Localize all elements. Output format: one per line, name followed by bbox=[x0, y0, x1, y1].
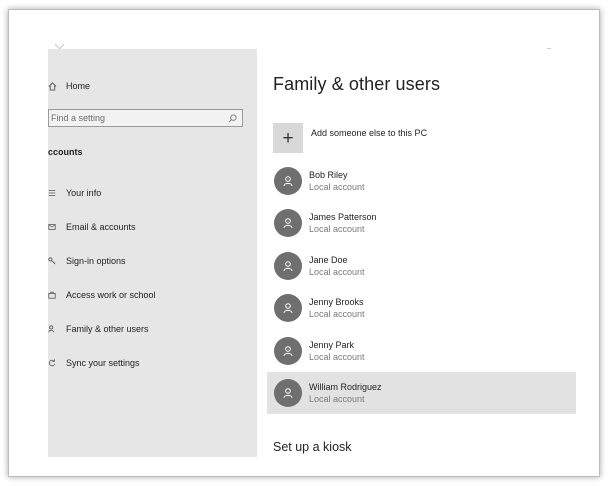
key-icon bbox=[48, 257, 64, 265]
user-account-type: Local account bbox=[309, 309, 365, 319]
sidebar-item-label: Access work or school bbox=[66, 290, 156, 300]
user-row-william-rodriguez[interactable]: William Rodriguez Local account bbox=[267, 372, 576, 414]
sidebar: Home ccounts Your info Email & accounts bbox=[48, 49, 257, 457]
sidebar-item-access-work[interactable]: Access work or school bbox=[48, 286, 156, 304]
user-row-bob-riley[interactable]: Bob Riley Local account bbox=[267, 160, 576, 202]
sidebar-item-label: Email & accounts bbox=[66, 222, 136, 232]
add-someone-button[interactable]: + Add someone else to this PC bbox=[273, 123, 427, 153]
search-setting-box[interactable] bbox=[48, 109, 243, 127]
sidebar-item-label: Sync your settings bbox=[66, 358, 140, 368]
user-account-type: Local account bbox=[309, 267, 365, 277]
user-row-jenny-park[interactable]: Jenny Park Local account bbox=[267, 330, 576, 372]
avatar-person-icon bbox=[274, 379, 302, 407]
user-name: Jenny Park bbox=[309, 340, 355, 350]
main-content: Family & other users + Add someone else … bbox=[261, 49, 599, 469]
section-title-accounts: ccounts bbox=[48, 147, 83, 157]
sidebar-item-label: Family & other users bbox=[66, 324, 149, 334]
back-arrow-icon[interactable] bbox=[54, 39, 65, 50]
user-name: Bob Riley bbox=[309, 170, 348, 180]
mail-icon bbox=[48, 223, 64, 231]
sidebar-item-sync-settings[interactable]: Sync your settings bbox=[48, 354, 140, 372]
window-frame: Home ccounts Your info Email & accounts bbox=[8, 9, 600, 477]
user-account-type: Local account bbox=[309, 352, 365, 362]
sidebar-item-your-info[interactable]: Your info bbox=[48, 184, 101, 202]
sidebar-item-label: Your info bbox=[66, 188, 102, 198]
user-row-jenny-brooks[interactable]: Jenny Brooks Local account bbox=[267, 287, 576, 329]
sidebar-item-email-accounts[interactable]: Email & accounts bbox=[48, 218, 136, 236]
sidebar-home[interactable]: Home bbox=[48, 77, 90, 95]
person-add-icon bbox=[48, 325, 64, 333]
briefcase-icon bbox=[48, 291, 64, 299]
plus-icon[interactable]: + bbox=[273, 123, 303, 153]
sync-icon bbox=[48, 359, 64, 367]
user-name: James Patterson bbox=[309, 212, 377, 222]
sidebar-item-label: Sign-in options bbox=[66, 256, 126, 266]
user-account-type: Local account bbox=[309, 394, 365, 404]
home-label: Home bbox=[66, 81, 91, 91]
user-row-jane-doe[interactable]: Jane Doe Local account bbox=[267, 245, 576, 287]
sidebar-item-sign-in-options[interactable]: Sign-in options bbox=[48, 252, 126, 270]
user-name: William Rodriguez bbox=[309, 382, 382, 392]
avatar-person-icon bbox=[274, 252, 302, 280]
avatar-person-icon bbox=[274, 167, 302, 195]
user-name: Jane Doe bbox=[309, 255, 348, 265]
user-account-type: Local account bbox=[309, 224, 365, 234]
home-icon bbox=[48, 81, 64, 91]
search-input[interactable] bbox=[51, 113, 201, 123]
user-name: Jenny Brooks bbox=[309, 297, 364, 307]
avatar-person-icon bbox=[274, 209, 302, 237]
sidebar-item-family-other-users[interactable]: Family & other users bbox=[48, 320, 149, 338]
avatar-person-icon bbox=[274, 294, 302, 322]
page-title: Family & other users bbox=[273, 74, 441, 94]
add-someone-label: Add someone else to this PC bbox=[311, 128, 428, 138]
avatar-person-icon bbox=[274, 337, 302, 365]
user-account-type: Local account bbox=[309, 182, 365, 192]
kiosk-heading: Set up a kiosk bbox=[273, 440, 352, 454]
user-row-james-patterson[interactable]: James Patterson Local account bbox=[267, 202, 576, 244]
contact-card-icon bbox=[48, 189, 64, 197]
search-icon[interactable] bbox=[228, 113, 237, 123]
